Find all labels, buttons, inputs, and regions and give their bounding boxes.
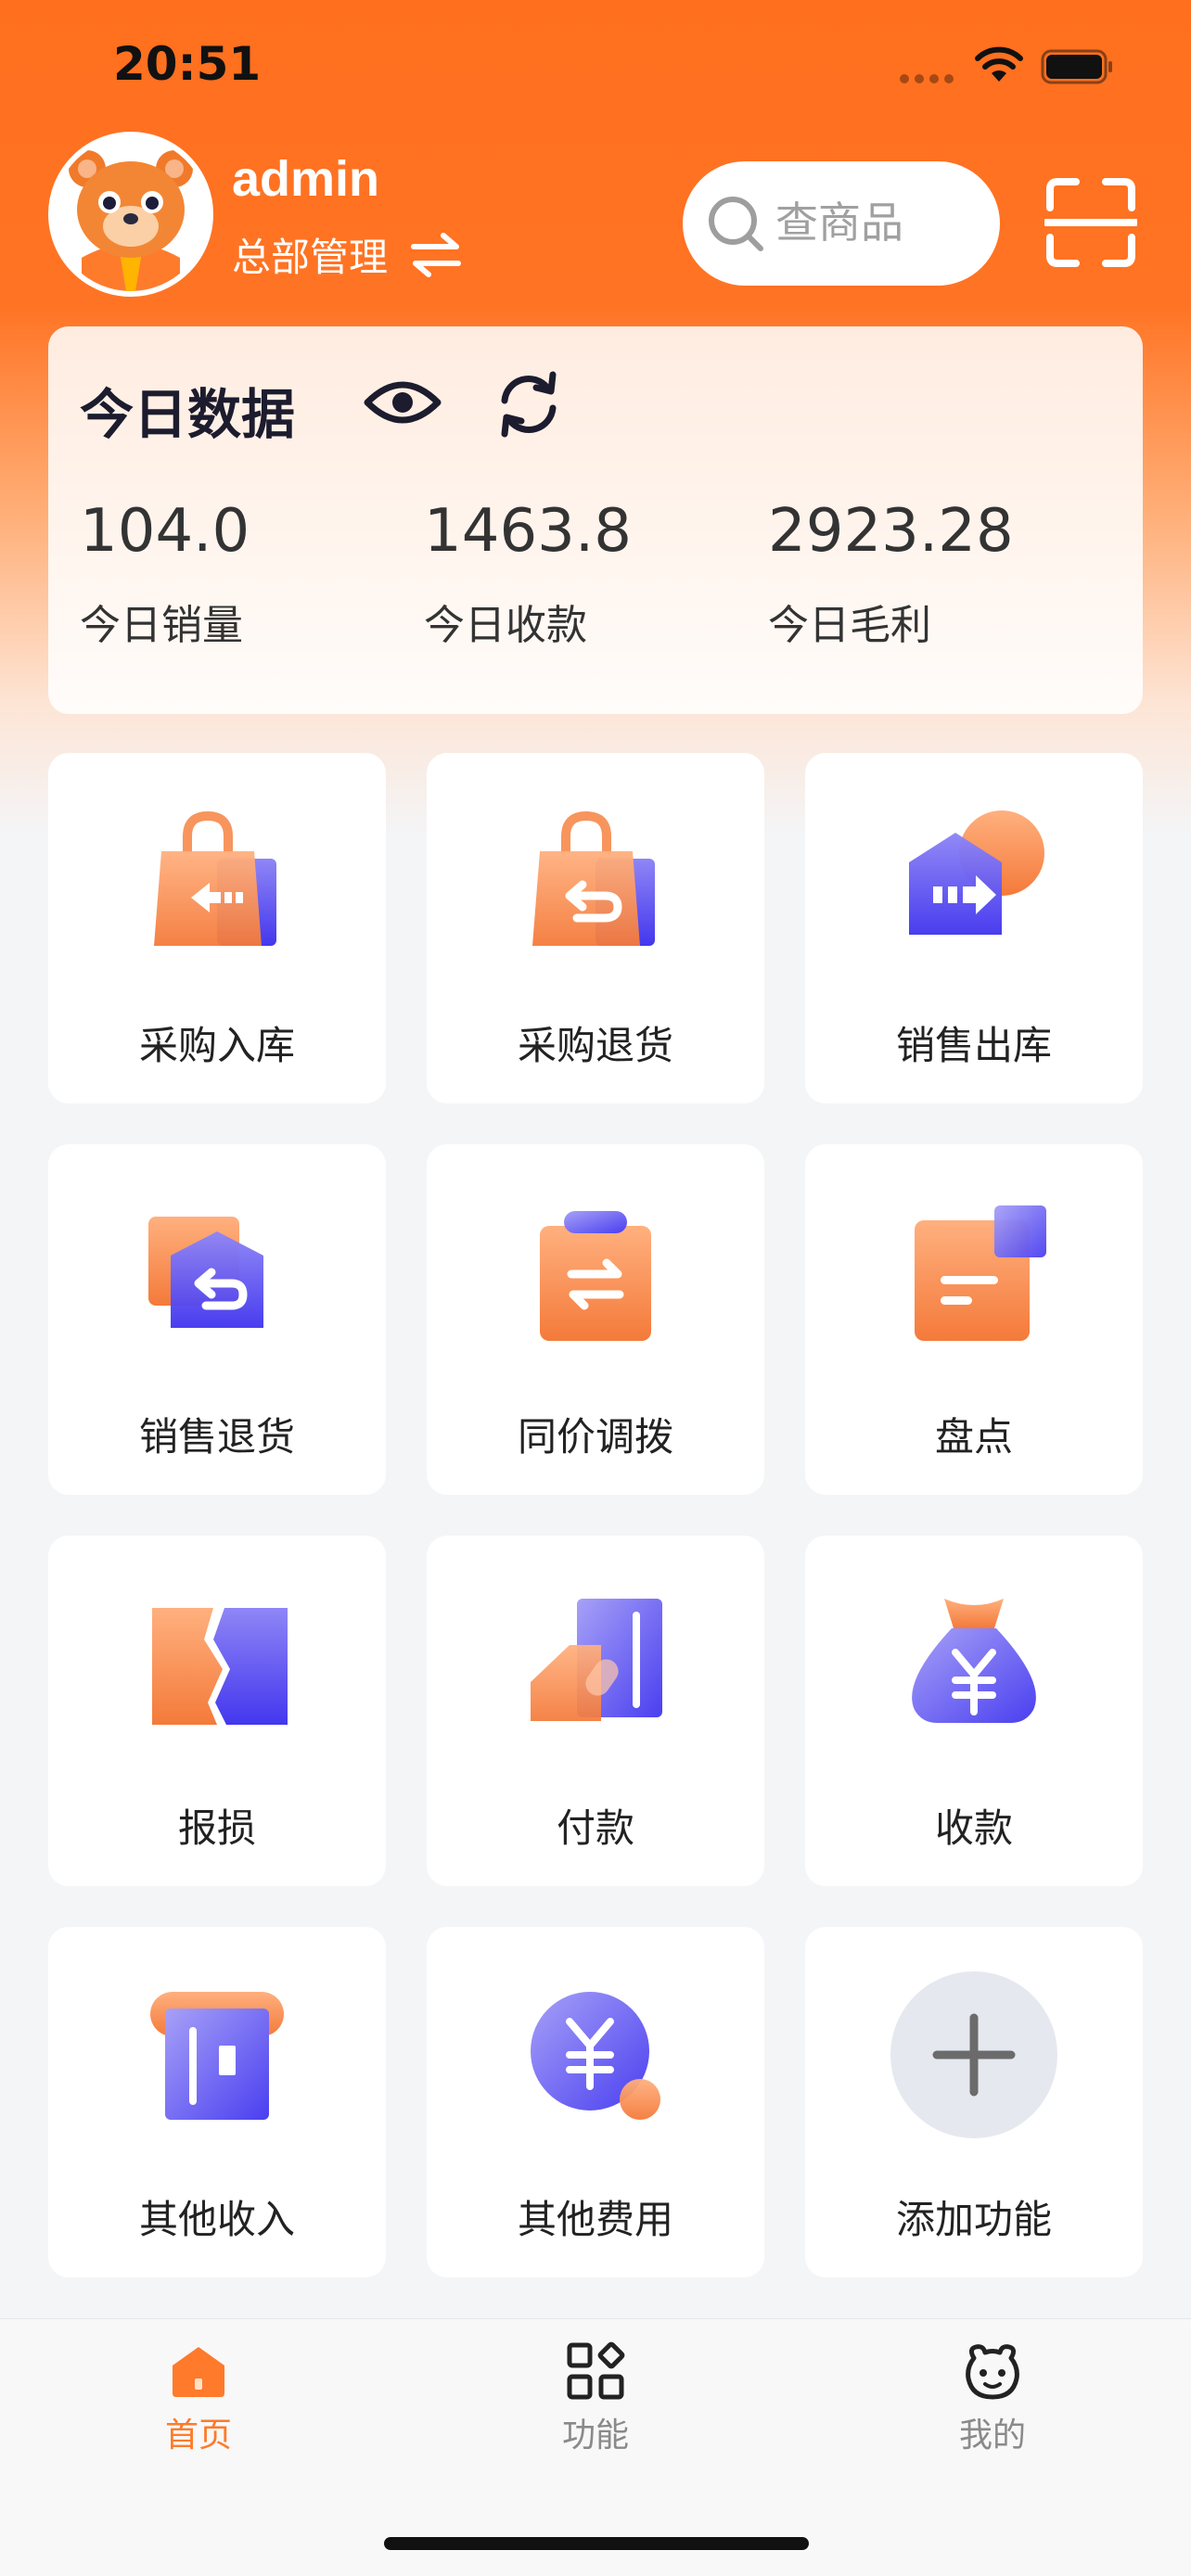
stat-value: 104.0: [80, 497, 250, 566]
apps-icon: [567, 2341, 625, 2400]
tile-label: 添加功能: [895, 2197, 1052, 2242]
home-indicator: [384, 2537, 809, 2550]
purchase-return-icon: [532, 810, 655, 946]
stat-label: 今日毛利: [768, 602, 931, 649]
profile-icon: [966, 2344, 1019, 2400]
stat-value: 1463.8: [424, 497, 632, 566]
wifi-icon: [975, 46, 1023, 82]
add-function-icon: [890, 1971, 1057, 2138]
tile-receipt[interactable]: 收款: [805, 1536, 1143, 1886]
scan-icon[interactable]: [1044, 176, 1137, 269]
tile-other-expense[interactable]: 其他费用: [427, 1927, 764, 2277]
receipt-icon: [912, 1599, 1036, 1723]
tile-label: 付款: [556, 1805, 634, 1851]
stat-sales-volume: 104.0 今日销量: [80, 497, 414, 651]
stat-value: 2923.28: [768, 497, 1014, 566]
stat-gross-profit: 2923.28 今日毛利: [768, 497, 1102, 651]
search-icon: [709, 197, 763, 251]
purchase-in-icon: [154, 810, 276, 946]
tab-label: 功能: [561, 2417, 629, 2455]
tile-transfer[interactable]: 同价调拨: [427, 1144, 764, 1495]
status-time: 20:51: [113, 37, 262, 91]
today-data-title: 今日数据: [80, 383, 296, 446]
tile-label: 销售出库: [895, 1023, 1052, 1068]
tab-profile[interactable]: 我的: [900, 2341, 1085, 2471]
tab-label: 我的: [958, 2417, 1026, 2455]
tab-home[interactable]: 首页: [106, 2341, 291, 2471]
username: admin: [232, 151, 380, 207]
stat-label: 今日收款: [424, 602, 587, 649]
tile-label: 报损: [177, 1805, 256, 1851]
other-income-icon: [150, 1992, 284, 2120]
sales-return-icon: [148, 1217, 263, 1328]
tile-label: 同价调拨: [517, 1414, 673, 1460]
tile-loss-report[interactable]: 报损: [48, 1536, 386, 1886]
tile-label: 收款: [934, 1805, 1013, 1851]
home-icon: [173, 2347, 224, 2397]
tab-functions[interactable]: 功能: [503, 2341, 688, 2471]
tile-sales-return[interactable]: 销售退货: [48, 1144, 386, 1495]
tile-label: 采购退货: [517, 1023, 673, 1068]
refresh-icon[interactable]: [493, 369, 564, 440]
eye-icon[interactable]: [364, 375, 442, 430]
today-data-card: 今日数据 104.0 今日销量 1463.8 今日收款 2923.28 今日毛利: [48, 326, 1143, 714]
stat-label: 今日销量: [80, 602, 243, 649]
payment-icon: [531, 1599, 662, 1721]
status-bar: 20:51: [0, 0, 1191, 130]
battery-icon: [1041, 49, 1112, 84]
search-input[interactable]: [775, 189, 980, 256]
avatar[interactable]: [48, 132, 213, 297]
tile-inventory-check[interactable]: 盘点: [805, 1144, 1143, 1495]
tile-label: 采购入库: [138, 1023, 295, 1068]
transfer-icon: [540, 1211, 651, 1341]
tile-purchase-return[interactable]: 采购退货: [427, 753, 764, 1103]
sales-out-icon: [909, 810, 1044, 935]
switch-arrows-icon[interactable]: [410, 232, 462, 278]
tile-payment[interactable]: 付款: [427, 1536, 764, 1886]
stat-collections: 1463.8 今日收款: [424, 497, 758, 651]
tile-add-function[interactable]: 添加功能: [805, 1927, 1143, 2277]
role-label[interactable]: 总部管理: [232, 226, 388, 283]
tile-other-income[interactable]: 其他收入: [48, 1927, 386, 2277]
function-grid: 采购入库 采购退货 销售出库 销售退货 同价调拨 盘点 报损 付款 收款 其他收…: [48, 753, 1143, 2277]
cellular-signal-icon: [900, 74, 955, 85]
tile-label: 其他收入: [138, 2197, 295, 2242]
tile-sales-out[interactable]: 销售出库: [805, 753, 1143, 1103]
bear-avatar-icon: [54, 137, 208, 291]
tile-label: 盘点: [934, 1414, 1013, 1460]
search-box[interactable]: [683, 161, 1000, 286]
inventory-check-icon: [915, 1205, 1046, 1341]
loss-report-icon: [152, 1608, 288, 1725]
tab-label: 首页: [164, 2417, 232, 2455]
tile-label: 销售退货: [138, 1414, 295, 1460]
tile-purchase-in[interactable]: 采购入库: [48, 753, 386, 1103]
other-expense-icon: [531, 1992, 660, 2120]
tile-label: 其他费用: [517, 2197, 673, 2242]
